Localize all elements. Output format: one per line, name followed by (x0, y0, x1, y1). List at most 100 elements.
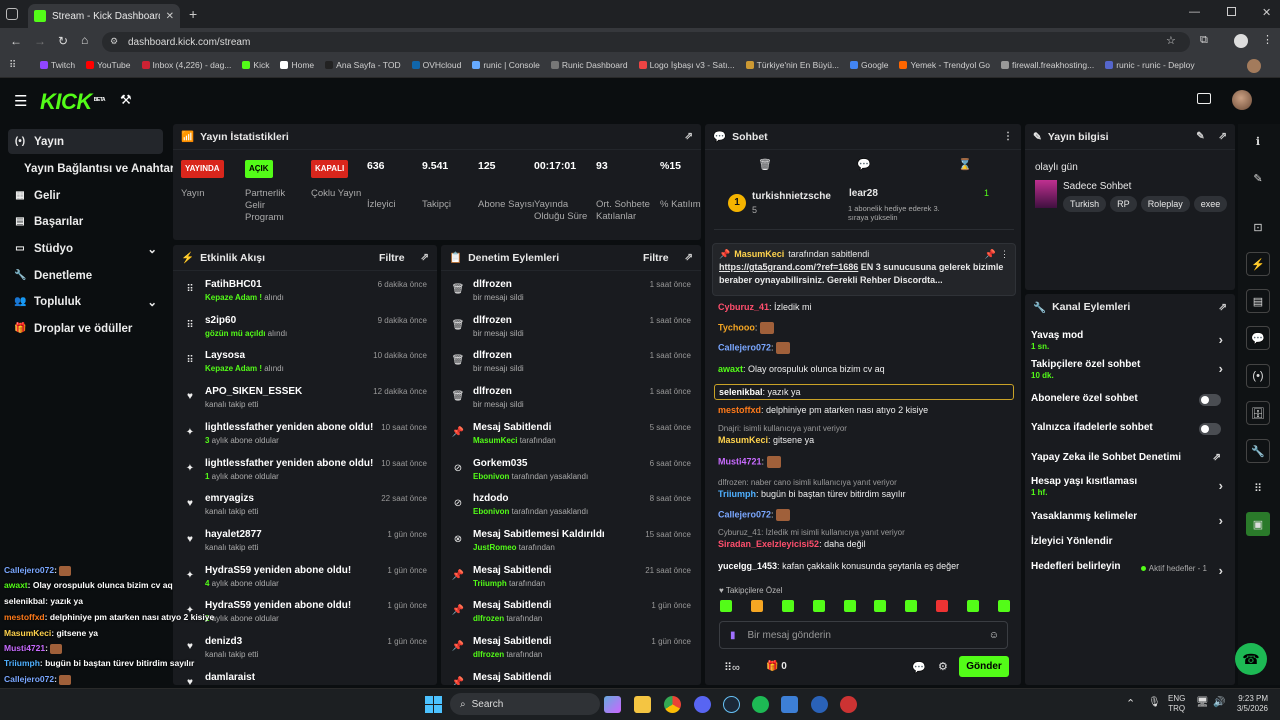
app-icon[interactable]: ▣ (1246, 512, 1270, 536)
hamburger-menu-icon[interactable]: ☰ (14, 92, 27, 110)
bookmark-star-icon[interactable]: ☆ (1166, 34, 1176, 47)
edit-icon[interactable]: ✎ (1196, 131, 1204, 142)
settings-icon[interactable]: ⚙ (938, 660, 948, 673)
extensions-icon[interactable]: ⧉ (1200, 34, 1208, 47)
mic-tray-icon[interactable]: 🎙 (1148, 697, 1161, 708)
more-options-icon[interactable]: ⋮ (1000, 248, 1009, 261)
chat-username[interactable]: awaxt (718, 364, 743, 374)
moderation-item[interactable]: 📌 Mesaj Sabitlendi dlfrozen tarafından 1 gü… (441, 596, 701, 632)
popout-icon[interactable]: ⇗ (1219, 131, 1227, 142)
users-icon[interactable]: ⠿ (1246, 476, 1270, 500)
bolt-icon[interactable]: ⚡ (1246, 252, 1270, 276)
bookmarks-avatar[interactable] (1247, 59, 1261, 73)
close-window-icon[interactable]: ✕ (1262, 6, 1271, 19)
sidebar-item-denetleme[interactable]: 🔧 Denetleme (8, 263, 163, 288)
chat-message[interactable]: selenikbal: yazık ya (714, 384, 1014, 400)
emote-icon[interactable] (781, 600, 794, 612)
channel-action-item[interactable]: Yasaklanmış kelimeler › (1031, 511, 1229, 528)
activity-item[interactable]: ♥ denizd3 kanalı takip etti 1 gün önce (173, 632, 437, 668)
file-explorer-icon[interactable] (634, 696, 651, 713)
pinned-message[interactable]: 📌 MasumKeci tarafından sabitlendi 📌 ⋮ https:… (712, 243, 1016, 296)
moderation-filter-button[interactable]: Filtre (643, 252, 669, 264)
chat-username[interactable]: Musti4721 (718, 456, 762, 466)
bookmark-item[interactable]: Yemek - Trendyol Go (899, 60, 990, 70)
info-icon[interactable]: ℹ (1246, 129, 1270, 153)
chat-options-icon[interactable]: 💬 (912, 661, 926, 674)
sidebar-item-yayin[interactable]: (•) Yayın (8, 129, 163, 154)
moderation-item[interactable]: 🗑 dlfrozen bir mesajı sildi 1 saat önce (441, 311, 701, 347)
activity-item[interactable]: ✦ HydraS59 yeniden abone oldu! 4 aylık abo… (173, 561, 437, 597)
document-icon[interactable]: ▤ (1246, 289, 1270, 313)
channel-action-item[interactable]: Hedefleri belirleyin › Aktif hedefler - 1 (1031, 561, 1229, 578)
popout-icon[interactable]: ⇗ (685, 131, 693, 142)
moderation-item[interactable]: ⊘ hzdodo Ebonivon tarafından yasaklandı 8 s… (441, 489, 701, 525)
spotify-icon[interactable] (752, 696, 769, 713)
bookmark-item[interactable]: YouTube (86, 60, 131, 70)
moderation-item[interactable]: ⊘ Gorkem035 Ebonivon tarafından yasaklandı… (441, 454, 701, 490)
chat-message[interactable]: Cyburuz_41: İzledik mi (714, 302, 1014, 312)
app-blue-icon[interactable] (811, 696, 828, 713)
menu-icon[interactable]: ⋮ (1262, 33, 1273, 46)
popout-icon[interactable]: ⇗ (685, 252, 693, 263)
mic-icon[interactable]: ▮ (730, 630, 736, 641)
screenshot-icon[interactable]: ⊡ (1246, 215, 1270, 239)
leader-user-1[interactable]: turkishnietzsche (752, 191, 831, 202)
leader-user-2[interactable]: lear28 (849, 188, 878, 199)
chat-bubble-icon[interactable]: 💬 (857, 158, 871, 171)
bookmark-item[interactable]: Inbox (4,226) - dag... (141, 60, 231, 70)
channel-action-item[interactable]: Yapay Zeka ile Sohbet Denetimi ⇗ (1031, 452, 1229, 463)
chat-username[interactable]: mestoffxd (718, 405, 761, 415)
send-button[interactable]: Gönder (959, 656, 1009, 677)
activity-filter-button[interactable]: Filtre (379, 252, 405, 264)
hourglass-icon[interactable]: ⌛ (958, 158, 972, 171)
bookmark-item[interactable]: firewall.freakhosting... (1001, 60, 1094, 70)
channel-action-item[interactable]: Yalnızca ifadelerle sohbet (1031, 422, 1229, 435)
tag-chip[interactable]: exee (1193, 196, 1228, 212)
chat-message[interactable]: Cyburuz_41: İzledik mi isimli kullanıcıy… (714, 528, 1014, 549)
activity-item[interactable]: ⠿ FatihBHC01 Kepaze Adam ! alındı 6 dakika … (173, 275, 437, 311)
volume-icon[interactable]: 🔊 (1213, 697, 1225, 708)
activity-item[interactable]: ♥ emryagizs kanalı takip etti 22 saat önce (173, 489, 437, 525)
chat-username[interactable]: MasumKeci (718, 435, 768, 445)
emote-icon[interactable] (997, 600, 1010, 612)
wrench-icon[interactable]: 🔧 (1246, 439, 1270, 463)
bookmark-item[interactable]: Kick (242, 60, 269, 70)
sidebar-item-studyo[interactable]: ▭ Stüdyo ⌄ (8, 236, 163, 261)
bookmark-item[interactable]: Google (850, 60, 888, 70)
back-icon[interactable]: ← (10, 34, 22, 48)
url-field[interactable]: dashboard.kick.com/stream (102, 32, 1190, 52)
broadcast-icon[interactable]: (•) (1246, 364, 1270, 388)
copilot-icon[interactable] (604, 696, 621, 713)
chat-username[interactable]: Triiumph (718, 489, 756, 499)
chat-message[interactable]: Callejero072: (714, 342, 1014, 354)
emote-icon[interactable] (843, 600, 856, 612)
activity-item[interactable]: ⠿ s2ip60 gözün mü açıldı alındı 9 dakika ön… (173, 311, 437, 347)
kick-logo[interactable]: KICK BETA (40, 89, 106, 115)
chat-message[interactable]: Tychooo: (714, 322, 1014, 334)
moderation-item[interactable]: ⊗ Mesaj Sabitlemesi Kaldırıldı JustRomeo t… (441, 525, 701, 561)
network-icon[interactable]: 🖥 (1196, 697, 1209, 708)
channel-action-item[interactable]: İzleyici Yönlendir (1031, 536, 1229, 547)
chat-username[interactable]: selenikbal (719, 387, 763, 397)
reload-icon[interactable]: ↻ (58, 34, 68, 48)
emote-icon[interactable] (750, 600, 763, 612)
chat-message[interactable]: awaxt: Olay orospuluk olunca bizim cv aq (714, 364, 1014, 374)
activity-item[interactable]: ♥ damlaraist (173, 668, 437, 685)
activity-item[interactable]: ♥ APO_SIKEN_ESSEK kanalı takip etti 12 daki… (173, 382, 437, 418)
chat-username[interactable]: Siradan_Exelzleyicisi52 (718, 539, 819, 549)
moderation-item[interactable]: 📌 Mesaj Sabitlendi Triiumph tarafından 21 s… (441, 561, 701, 597)
emoji-icon[interactable]: ☺ (989, 630, 999, 641)
clock[interactable]: 9:23 PM 3/5/2026 (1232, 694, 1268, 714)
profile-icon[interactable] (1234, 34, 1248, 48)
bookmark-item[interactable]: Twitch (40, 60, 75, 70)
storage-icon[interactable]: 🗄 (1246, 401, 1270, 425)
bookmark-item[interactable]: Runic Dashboard (550, 60, 628, 70)
app-red-icon[interactable] (840, 696, 857, 713)
emote-icon[interactable] (936, 600, 949, 612)
minimize-icon[interactable]: — (1189, 6, 1200, 18)
trash-icon[interactable]: 🗑 (758, 158, 772, 171)
emote-icon[interactable] (967, 600, 979, 612)
bookmark-item[interactable]: runic | Console (472, 60, 540, 70)
hammer-icon[interactable]: ⚒ (120, 92, 132, 108)
pinned-link[interactable]: https://gta5grand.com/?ref=1686 (719, 262, 858, 272)
